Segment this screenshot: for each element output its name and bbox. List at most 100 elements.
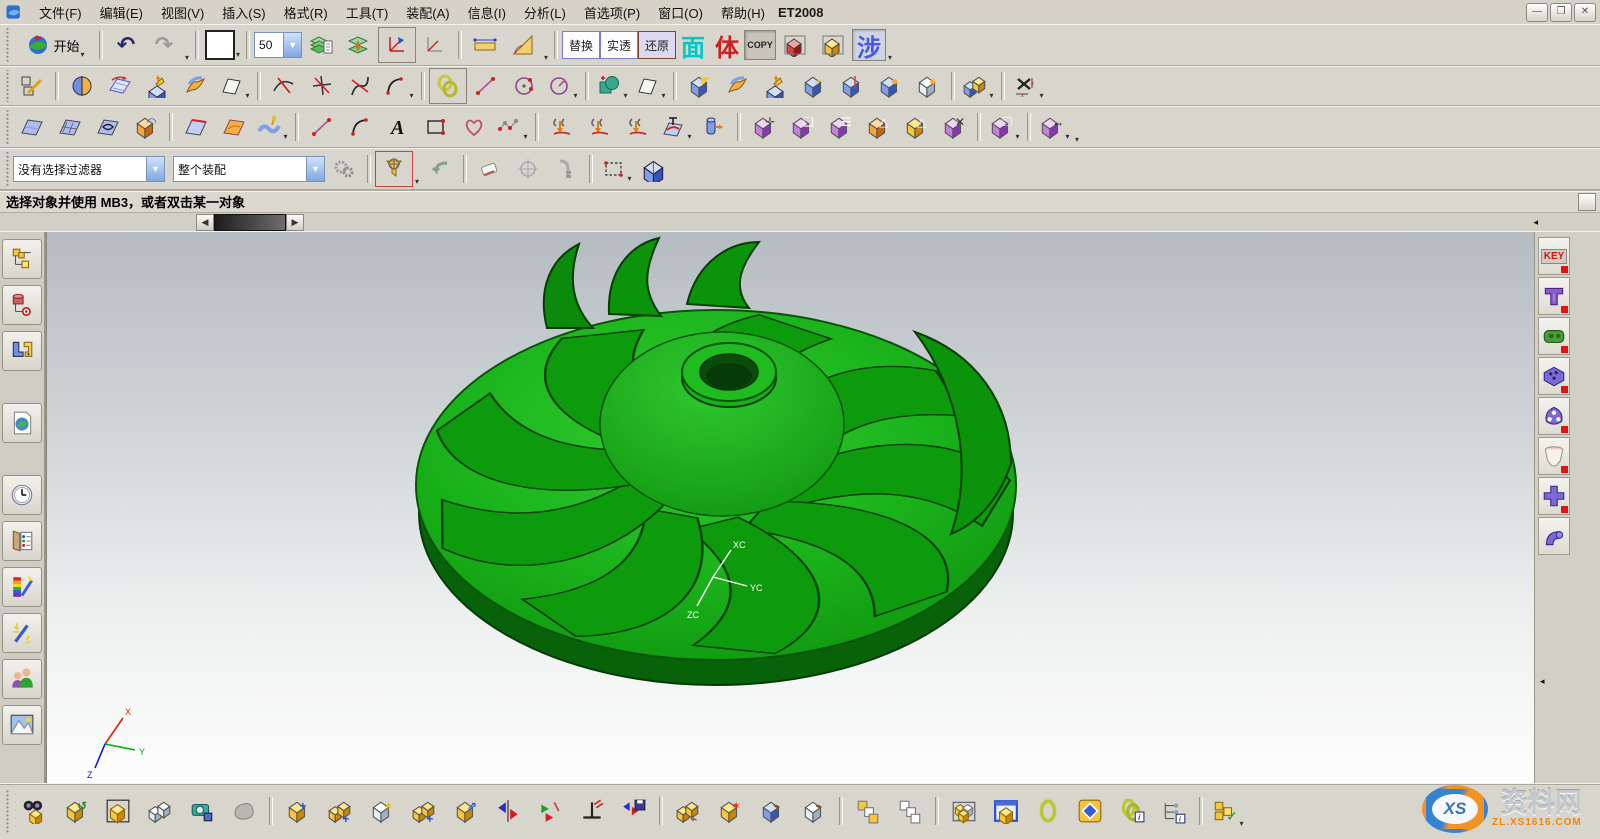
impeller-model[interactable]: XC YC ZC X Y Z [47, 232, 1535, 783]
scenery-button[interactable] [2, 705, 42, 745]
menu-help[interactable]: 帮助(H) [712, 1, 774, 24]
cup-part-button[interactable] [1538, 437, 1570, 475]
history-button[interactable] [2, 475, 42, 515]
through-mesh-button[interactable] [51, 109, 89, 145]
arrangement-button[interactable] [889, 790, 931, 832]
unite-button[interactable]: ▾ [959, 68, 997, 104]
datum-csys-button[interactable]: xx▾ [1009, 68, 1047, 104]
update-structure-button[interactable]: ✓▾ [1207, 790, 1249, 832]
toolbar-grip[interactable] [5, 152, 10, 186]
close-button[interactable]: ✕ [1574, 3, 1596, 22]
move-component-button[interactable]: ⇗ [445, 790, 487, 832]
component-window-button[interactable] [985, 790, 1027, 832]
dropdown-caret-icon[interactable]: ▾ [544, 53, 548, 66]
menu-window[interactable]: 窗口(O) [649, 1, 712, 24]
clamp-button[interactable] [547, 151, 585, 187]
line-point-button[interactable] [467, 68, 505, 104]
translucent-button[interactable]: 实透 [600, 31, 638, 59]
assembly-navigator-button[interactable] [2, 239, 42, 279]
boolean-shapes-button[interactable]: ▾ [593, 68, 631, 104]
edit-arc-button[interactable]: ▾ [379, 68, 417, 104]
extrude-sheet-button[interactable] [139, 68, 177, 104]
crosshair-button[interactable] [509, 151, 547, 187]
add-component-button[interactable]: + [277, 790, 319, 832]
project-curve-button[interactable] [543, 109, 581, 145]
line-button[interactable] [303, 109, 341, 145]
dropdown-caret-icon[interactable]: ▾ [888, 53, 892, 66]
collapse-panel-icon[interactable]: ◂ [1540, 676, 1545, 687]
yellow-cube-display-button[interactable] [814, 27, 852, 63]
menu-assemblies[interactable]: 装配(A) [397, 1, 458, 24]
menu-preferences[interactable]: 首选项(P) [575, 1, 649, 24]
paste-object-button[interactable]: ☰ [821, 109, 859, 145]
display-component-button[interactable] [97, 790, 139, 832]
menu-information[interactable]: 信息(I) [459, 1, 515, 24]
red-cube-display-button[interactable] [776, 27, 814, 63]
wcs-display-button[interactable] [378, 27, 416, 63]
trim-curve-button[interactable] [265, 68, 303, 104]
menu-insert[interactable]: 插入(S) [213, 1, 274, 24]
new-component-button[interactable]: + [319, 790, 361, 832]
effects-button[interactable] [2, 613, 42, 653]
show-dof-button[interactable] [529, 790, 571, 832]
sheet-arrows-button[interactable] [177, 68, 215, 104]
menu-file[interactable]: 文件(F) [30, 1, 91, 24]
toolbar-grip[interactable] [5, 70, 10, 102]
sketch-button[interactable] [13, 68, 51, 104]
measure-distance-button[interactable] [466, 27, 504, 63]
studio-spline-button[interactable] [455, 109, 493, 145]
combo-dropdown-icon[interactable]: ▼ [306, 157, 324, 181]
substitute-component-button[interactable]: ⌁ [793, 790, 835, 832]
point-set-button[interactable]: ▾ [493, 109, 531, 145]
wcs-dynamics-button[interactable] [416, 27, 454, 63]
scroll-right-icon[interactable]: ▶ [286, 214, 304, 231]
scroll-left-icon[interactable]: ◀ [196, 214, 214, 231]
ruled-surface-button[interactable] [13, 109, 51, 145]
replace-button[interactable]: 替换 [562, 31, 600, 59]
start-button[interactable]: 开始 ▾ [13, 27, 95, 63]
n-sided-surface-button[interactable] [215, 109, 253, 145]
disabled-component-button[interactable] [223, 790, 265, 832]
holed-block-part-button[interactable] [1538, 357, 1570, 395]
bracket-button[interactable]: ⌐ [795, 68, 833, 104]
menu-view[interactable]: 视图(V) [152, 1, 213, 24]
swept-surface-button[interactable]: ◠ [127, 109, 165, 145]
pattern-face-button[interactable]: △ [859, 109, 897, 145]
copy-object-button[interactable]: ❑ [783, 109, 821, 145]
green-block-part-button[interactable] [1538, 317, 1570, 355]
flattening-button[interactable]: ▾ [253, 109, 291, 145]
roles-button[interactable] [2, 659, 42, 699]
collapse-strip-icon[interactable]: ◂ [1533, 217, 1538, 228]
explode-assembly-button[interactable]: ✶ [709, 790, 751, 832]
dropdown-caret-icon[interactable]: ▾ [415, 177, 419, 190]
system-materials-button[interactable] [2, 521, 42, 561]
t-part-button[interactable] [1538, 277, 1570, 315]
wave-linker-button[interactable]: ⌁ [751, 790, 793, 832]
body-button[interactable]: 体 [710, 29, 744, 61]
combine-curve-button[interactable] [581, 109, 619, 145]
product-template-button[interactable] [1069, 790, 1111, 832]
slab-button[interactable] [757, 68, 795, 104]
datum-plane2-button[interactable]: ▾ [631, 68, 669, 104]
visualization-palette-button[interactable] [2, 567, 42, 607]
copy-button[interactable]: COPY [744, 30, 776, 60]
restore-button[interactable]: 还原 [638, 31, 676, 59]
substitute-spark-button[interactable]: ✶ [361, 790, 403, 832]
export-object-button[interactable]: ❒▾ [985, 109, 1023, 145]
split-body-button[interactable]: | [833, 68, 871, 104]
boss-button[interactable]: ● [909, 68, 947, 104]
section-surface-button[interactable] [177, 109, 215, 145]
text-button[interactable]: A [379, 109, 417, 145]
constraint-navigator-button[interactable] [2, 285, 42, 325]
divide-curve-button[interactable] [303, 68, 341, 104]
shaded-cube-button[interactable] [635, 151, 673, 187]
triangular-plate-part-button[interactable] [1538, 397, 1570, 435]
toolbar-grip[interactable] [5, 789, 10, 834]
layer-settings-button[interactable] [302, 27, 340, 63]
zoom-scale-combo[interactable]: 50 ▼ [254, 32, 302, 58]
restore-button[interactable]: ❐ [1550, 3, 1572, 22]
face-button[interactable]: 面 [676, 29, 710, 61]
section-curve-button[interactable]: ▾ [657, 109, 695, 145]
menu-tools[interactable]: 工具(T) [337, 1, 398, 24]
key-part-button[interactable]: KEY [1538, 237, 1570, 275]
